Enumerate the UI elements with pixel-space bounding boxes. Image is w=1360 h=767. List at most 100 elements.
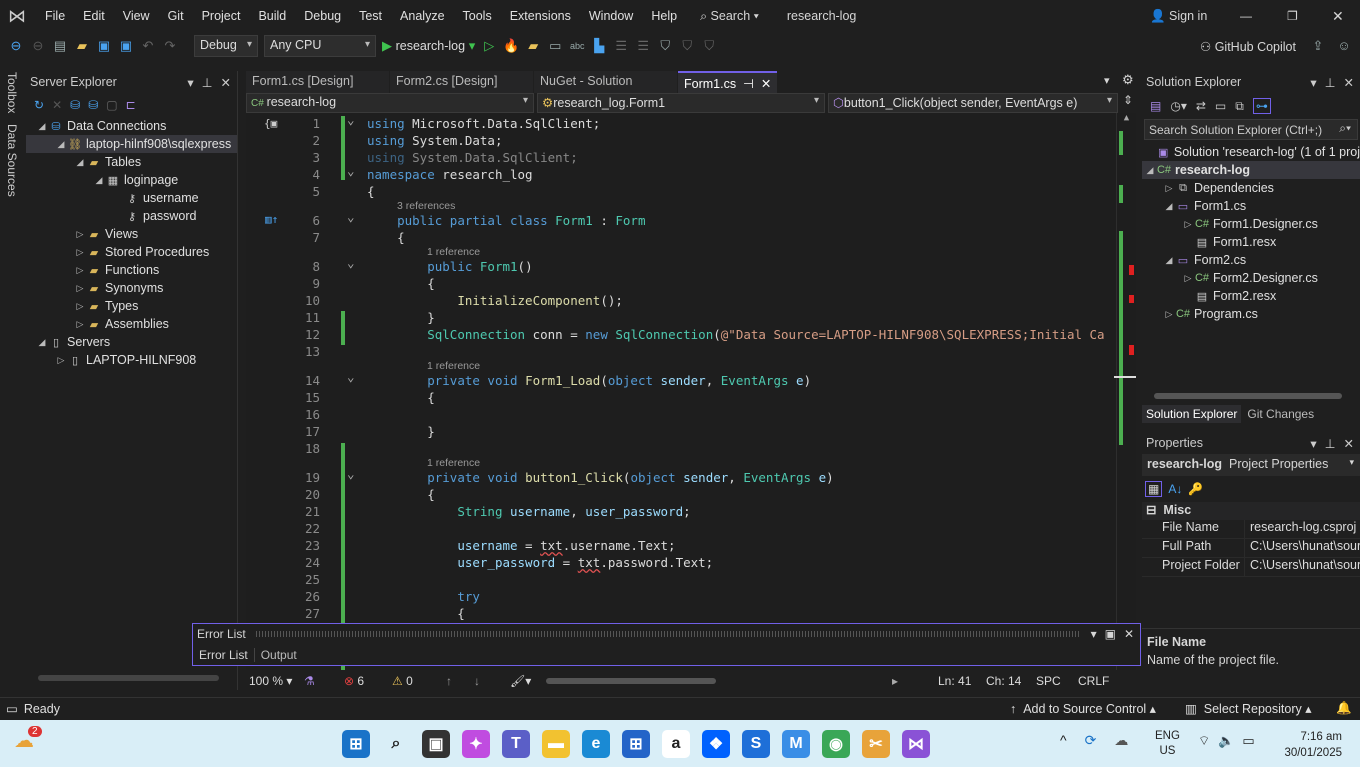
stop-icon[interactable]: ✕ xyxy=(52,98,62,112)
line-endings[interactable]: CRLF xyxy=(1078,674,1109,688)
menu-file[interactable]: File xyxy=(36,9,74,23)
intellicode-icon[interactable]: ⚗ xyxy=(304,674,344,688)
expander-icon[interactable]: ▷ xyxy=(1163,309,1175,320)
back-icon[interactable]: ⊖ xyxy=(8,38,24,54)
expander-icon[interactable]: ▷ xyxy=(55,355,67,366)
solution-search-input[interactable]: Search Solution Explorer (Ctrl+;) ⌕▾ xyxy=(1144,119,1358,140)
tree-item[interactable]: ▷ ⧉ Dependencies xyxy=(1142,179,1360,197)
expander-icon[interactable]: ◢ xyxy=(74,157,86,168)
save-all-icon[interactable]: ▣ xyxy=(118,38,134,54)
code-lens-references[interactable]: 1 reference xyxy=(427,360,480,372)
prev-issue-icon[interactable]: ↑ xyxy=(446,674,474,688)
tab-document[interactable]: Form1.cs ⊣ ✕ xyxy=(678,71,778,93)
sign-in-button[interactable]: 👤 Sign in xyxy=(1150,9,1207,24)
menu-test[interactable]: Test xyxy=(350,9,391,23)
scroll-up-icon[interactable]: ▲ xyxy=(1117,113,1136,123)
undo-icon[interactable]: ↶ xyxy=(140,38,156,54)
expander-icon[interactable]: ◢ xyxy=(36,121,48,132)
add-to-source-control-button[interactable]: ↑ Add to Source Control ▴ xyxy=(1010,701,1156,716)
weather-widget[interactable]: ☁ 2 xyxy=(14,726,42,753)
tab-document[interactable]: Form1.cs [Design] xyxy=(246,71,389,93)
search-icon[interactable]: ⌕ xyxy=(382,730,410,758)
next-issue-icon[interactable]: ↓ xyxy=(474,674,510,688)
pin-icon[interactable]: ⊥ xyxy=(1325,436,1336,451)
platform-select[interactable]: Any CPU xyxy=(264,35,376,57)
code-lens-references[interactable]: 3 references xyxy=(397,200,455,212)
panel-menu-icon[interactable]: ▾ xyxy=(187,75,193,90)
wifi-icon[interactable]: ⌔ xyxy=(1198,733,1210,749)
tree-item[interactable]: ⚷ username xyxy=(26,189,237,207)
tree-item[interactable]: ▷ ▰ Assemblies xyxy=(26,315,237,333)
language-indicator[interactable]: ENG US xyxy=(1155,729,1180,759)
tree-item[interactable]: ▷ ▰ Functions xyxy=(26,261,237,279)
expander-icon[interactable]: ▷ xyxy=(1182,273,1194,284)
close-icon[interactable]: ✕ xyxy=(221,75,231,90)
fold-icon[interactable]: ⌄ xyxy=(347,113,355,127)
tree-item[interactable]: ◢ ▯ Servers xyxy=(26,333,237,351)
menu-tools[interactable]: Tools xyxy=(454,9,501,23)
hot-reload-icon[interactable]: 🔥 xyxy=(503,38,519,54)
expander-icon[interactable]: ◢ xyxy=(55,139,67,150)
new-project-icon[interactable]: ▤ xyxy=(52,38,68,54)
task-view-icon[interactable]: ▣ xyxy=(422,729,450,758)
menu-extensions[interactable]: Extensions xyxy=(501,9,580,23)
property-row[interactable]: File Name research-log.csproj xyxy=(1142,520,1360,539)
menu-git[interactable]: Git xyxy=(159,9,193,23)
property-pages-icon[interactable]: 🔑 xyxy=(1188,482,1203,496)
fold-icon[interactable]: ⌄ xyxy=(347,369,355,384)
warning-count[interactable]: ⚠ 0 xyxy=(392,674,446,688)
tree-item[interactable]: ▤ Form1.resx xyxy=(1142,233,1360,251)
tree-item[interactable]: ▤ Form2.resx xyxy=(1142,287,1360,305)
minimize-button[interactable]: — xyxy=(1240,9,1252,23)
clock[interactable]: 7:16 am 30/01/2025 xyxy=(1276,729,1342,761)
expander-icon[interactable]: ◢ xyxy=(1163,255,1175,266)
tab-overflow-icon[interactable]: ▾ xyxy=(1104,74,1110,87)
sync-icon[interactable]: ⟳ xyxy=(1085,732,1097,749)
panel-menu-icon[interactable]: ▾ xyxy=(1310,436,1316,451)
show-hidden-icons[interactable]: ^ xyxy=(1060,732,1067,749)
expander-icon[interactable]: ▷ xyxy=(1182,219,1194,230)
prev-bookmark-icon[interactable]: ⛉ xyxy=(679,38,695,54)
horizontal-scrollbar[interactable] xyxy=(1154,393,1342,399)
save-icon[interactable]: ▣ xyxy=(96,38,112,54)
spell-check-icon[interactable]: abc xyxy=(569,38,585,54)
property-row[interactable]: Project Folder C:\Users\hunat\sour xyxy=(1142,558,1360,577)
whitespace-mode[interactable]: SPC xyxy=(1036,674,1078,688)
start-debug-button[interactable]: ▶ research-log ▾ xyxy=(382,38,475,54)
tab-solution-explorer[interactable]: Solution Explorer xyxy=(1142,405,1242,423)
side-tab-toolbox[interactable]: Toolbox xyxy=(5,72,19,113)
tree-item[interactable]: ▷ C# Form1.Designer.cs xyxy=(1142,215,1360,233)
select-repository-button[interactable]: ▥ Select Repository ▴ xyxy=(1185,701,1311,716)
horizontal-scrollbar[interactable] xyxy=(546,672,886,690)
category-misc[interactable]: ⊟ Misc xyxy=(1142,502,1360,520)
redo-icon[interactable]: ↷ xyxy=(162,38,178,54)
battery-icon[interactable]: ▭ xyxy=(1242,733,1254,749)
github-copilot-button[interactable]: ⚇ GitHub Copilot xyxy=(1200,39,1296,54)
tree-item[interactable]: ◢ ▭ Form2.cs xyxy=(1142,251,1360,269)
filter-icon[interactable]: ⊏ xyxy=(126,98,136,112)
copilot-icon[interactable]: ✦ xyxy=(462,729,490,758)
open-icon[interactable]: ▰ xyxy=(74,38,90,54)
maximize-button[interactable]: ❐ xyxy=(1287,9,1298,23)
show-all-icon[interactable]: ⊶ xyxy=(1252,98,1271,114)
edge-icon[interactable]: e xyxy=(582,729,610,758)
tree-item[interactable]: ▷ ▰ Stored Procedures xyxy=(26,243,237,261)
sync-icon[interactable]: ⇄ xyxy=(1196,99,1206,113)
member-dropdown[interactable]: ⬡button1_Click(object sender, EventArgs … xyxy=(828,93,1118,113)
azure-icon[interactable]: ▢ xyxy=(106,98,117,112)
fold-icon[interactable]: ⌄ xyxy=(347,209,355,224)
fold-icon[interactable]: ⌄ xyxy=(347,255,355,270)
object-selector[interactable]: research-log Project Properties ▾ xyxy=(1142,454,1360,476)
next-bookmark-icon[interactable]: ⛉ xyxy=(701,38,717,54)
tree-item[interactable]: ◢ C# research-log xyxy=(1142,161,1360,179)
menu-view[interactable]: View xyxy=(114,9,159,23)
start-icon[interactable]: ⊞ xyxy=(342,729,370,758)
tab-document[interactable]: Form2.cs [Design] xyxy=(390,71,533,93)
expander-icon[interactable]: ▷ xyxy=(74,283,86,294)
amazon-icon[interactable]: a xyxy=(662,729,690,758)
tree-item[interactable]: ▣ Solution 'research-log' (1 of 1 proj xyxy=(1142,143,1360,161)
expander-icon[interactable]: ▷ xyxy=(74,265,86,276)
error-count[interactable]: ⊗ 6 xyxy=(344,674,392,688)
expander-icon[interactable]: ▷ xyxy=(74,229,86,240)
tree-item[interactable]: ⚷ password xyxy=(26,207,237,225)
